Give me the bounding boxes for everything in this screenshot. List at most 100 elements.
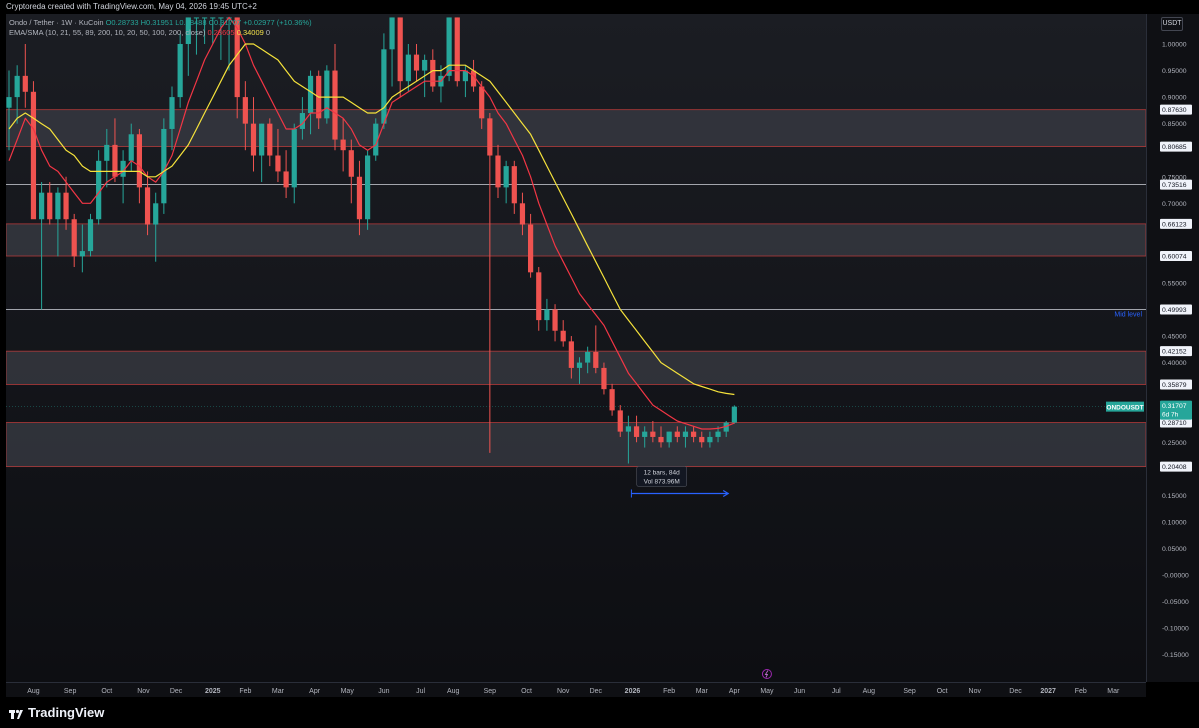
- candle-body-82: [674, 431, 680, 437]
- legend-indicator-row: EMA/SMA (10, 21, 55, 89, 200, 10, 20, 50…: [9, 28, 312, 38]
- level-price-tag-8: 0.28710: [1162, 420, 1187, 427]
- candle-body-12: [104, 144, 110, 161]
- time-tick-17: 2026: [625, 688, 641, 695]
- time-tick-6: Feb: [239, 688, 251, 695]
- time-tick-9: May: [341, 688, 355, 695]
- time-tick-15: Nov: [557, 688, 570, 695]
- price-tick-1: 0.95000: [1162, 68, 1187, 75]
- candle-body-5: [47, 192, 53, 220]
- candle-body-62: [511, 166, 517, 204]
- candle-body-31: [259, 123, 265, 156]
- time-tick-18: Feb: [663, 688, 675, 695]
- candle-body-35: [291, 128, 297, 188]
- time-tick-21: May: [760, 688, 774, 695]
- price-tick-8: 0.40000: [1162, 360, 1187, 367]
- candle-body-20: [169, 97, 175, 129]
- price-chart[interactable]: Mid level ONDOUSDT 12 bars, 84d Vol 873.96M: [6, 14, 1146, 682]
- candle-body-9: [79, 251, 85, 257]
- candle-body-2: [22, 75, 28, 92]
- candle-body-72: [593, 351, 599, 368]
- candle-body-32: [267, 123, 273, 156]
- candle-body-16: [136, 134, 142, 188]
- time-tick-31: Mar: [1107, 688, 1120, 695]
- price-tick-13: -0.00000: [1162, 573, 1189, 580]
- legend-ohlc: O0.28733 H0.31951 L0.28488 C0.31707 +0.0…: [105, 18, 312, 27]
- candle-body-34: [283, 171, 289, 188]
- candle-body-41: [340, 139, 346, 151]
- candle-body-15: [128, 134, 134, 161]
- candle-body-18: [153, 203, 159, 225]
- measure-bars-text: 12 bars, 84d: [644, 469, 681, 476]
- level-price-tag-0: 0.87630: [1162, 107, 1187, 114]
- time-tick-12: Aug: [447, 688, 460, 695]
- level-price-tag-4: 0.60074: [1162, 254, 1187, 261]
- candle-body-21: [177, 44, 183, 98]
- time-axis[interactable]: Aug Sep Oct Nov Dec 2025 Feb Mar Apr May Jun Jul Aug…: [6, 682, 1146, 697]
- time-tick-20: Apr: [729, 688, 741, 695]
- bar-countdown: 6d 7h: [1162, 412, 1179, 419]
- candle-body-84: [691, 431, 697, 437]
- level-price-tag-5: 0.49993: [1162, 307, 1187, 314]
- candle-body-78: [642, 431, 648, 437]
- price-tick-11: 0.10000: [1162, 519, 1187, 526]
- level-price-tag-9: 0.20408: [1162, 464, 1187, 471]
- price-tick-3: 0.85000: [1162, 121, 1187, 128]
- time-tick-2: Oct: [101, 688, 112, 695]
- time-tick-4: Dec: [170, 688, 183, 695]
- candle-body-70: [576, 362, 583, 368]
- time-tick-14: Oct: [521, 688, 532, 695]
- lightning-bolt: [764, 670, 769, 678]
- sma-yellow-line: [8, 43, 735, 396]
- candle-body-58: [479, 86, 485, 119]
- time-tick-23: Jul: [832, 688, 841, 695]
- price-tick-12: 0.05000: [1162, 546, 1187, 553]
- candle-body-74: [609, 389, 615, 411]
- time-tick-7: Mar: [272, 688, 285, 695]
- time-tick-5: 2025: [205, 688, 221, 695]
- candle-body-68: [560, 330, 566, 342]
- time-tick-24: Aug: [863, 688, 876, 695]
- chart-pane[interactable]: Mid level ONDOUSDT 12 bars, 84d Vol 873.96M: [6, 14, 1146, 682]
- price-tick-6: 0.55000: [1162, 280, 1187, 287]
- legend-indicator-name[interactable]: EMA/SMA (10, 21, 55, 89, 200, 10, 20, 50…: [9, 28, 205, 37]
- candle-body-46: [381, 49, 387, 124]
- candle-body-89: [731, 406, 737, 423]
- level-price-tag-2: 0.73516: [1162, 182, 1187, 189]
- price-tick-0: 1.00000: [1162, 42, 1187, 49]
- candle-body-55: [454, 17, 460, 82]
- measure-volume-text: Vol 873.96M: [644, 478, 680, 485]
- candle-body-86: [707, 436, 713, 443]
- time-tick-27: Nov: [969, 688, 982, 695]
- candle-body-37: [307, 75, 314, 114]
- candle-body-4: [39, 192, 45, 220]
- time-tick-30: Feb: [1075, 688, 1087, 695]
- tradingview-brand[interactable]: TradingView: [28, 705, 104, 720]
- candle-body-79: [650, 431, 656, 437]
- candle-body-80: [658, 436, 664, 443]
- snapshot-caption-bar: Cryptoreda created with TradingView.com,…: [0, 0, 1199, 14]
- level-price-tag-7: 0.35879: [1162, 382, 1187, 389]
- candle-body-49: [405, 54, 411, 82]
- legend-symbol[interactable]: Ondo / Tether · 1W · KuCoin: [9, 18, 104, 27]
- candle-body-77: [633, 426, 640, 437]
- price-tick-5: 0.70000: [1162, 201, 1187, 208]
- time-tick-22: Jun: [794, 688, 805, 695]
- candle-body-87: [715, 431, 721, 437]
- candle-body-59: [487, 118, 493, 156]
- price-tick-2: 0.90000: [1162, 95, 1187, 102]
- candle-body-71: [585, 351, 591, 363]
- candle-body-40: [332, 70, 338, 140]
- candle-body-76: [625, 426, 631, 432]
- current-price-tag: 0.31707: [1162, 403, 1187, 410]
- snapshot-caption: Cryptoreda created with TradingView.com,…: [6, 2, 257, 11]
- level-price-tag-1: 0.80685: [1162, 144, 1187, 151]
- time-tick-1: Sep: [64, 688, 77, 695]
- candle-body-64: [528, 224, 534, 273]
- footer-bar: [0, 700, 1199, 728]
- price-axis[interactable]: 1.00000 0.95000 0.90000 0.85000 0.75000 0.700…: [1146, 14, 1199, 682]
- candle-body-42: [348, 150, 354, 177]
- currency-unit-button[interactable]: USDT: [1161, 17, 1183, 31]
- candle-body-3: [30, 91, 37, 220]
- candle-body-51: [422, 59, 428, 71]
- candle-body-7: [63, 192, 69, 220]
